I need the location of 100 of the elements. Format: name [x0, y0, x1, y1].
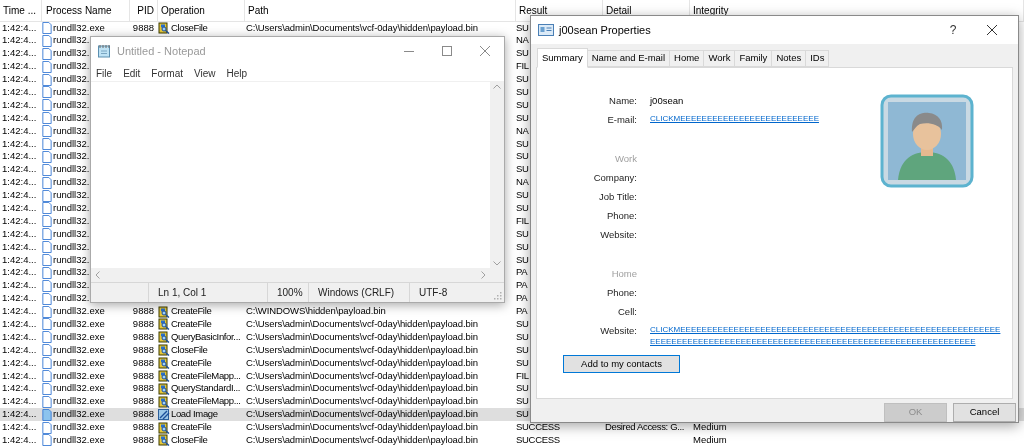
- table-cell: 1:42:4...: [2, 305, 37, 317]
- table-cell: NA: [516, 34, 529, 46]
- table-cell: 9888: [132, 434, 154, 445]
- table-cell: CreateFileMapp...: [171, 369, 241, 383]
- table-cell: rundll32.: [53, 60, 90, 74]
- column-header[interactable]: Detail: [606, 2, 632, 18]
- table-cell: rundll32.: [53, 189, 90, 202]
- table-cell: 9888: [132, 369, 154, 381]
- tab[interactable]: IDs: [805, 50, 830, 67]
- table-cell: 1:42:4...: [2, 137, 37, 149]
- table-cell: 1:42:4...: [2, 21, 37, 33]
- table-cell: FIL: [516, 60, 529, 72]
- column-header[interactable]: Process Name: [46, 2, 112, 18]
- table-cell: SU: [516, 21, 529, 33]
- column-header[interactable]: PID: [137, 2, 154, 18]
- table-cell: 1:42:4...: [2, 330, 37, 342]
- disk-magnifier-icon: [158, 344, 170, 357]
- table-cell: 1:42:4...: [2, 150, 37, 162]
- table-cell: rundll32.: [53, 47, 90, 61]
- table-cell: CreateFile: [171, 356, 212, 370]
- table-cell: 1:42:4...: [2, 292, 37, 304]
- table-cell: SU: [516, 163, 529, 175]
- window-title: j00sean Properties: [559, 22, 651, 38]
- table-cell: QueryBasicInfor...: [171, 330, 241, 344]
- table-cell: Load Image: [171, 408, 218, 422]
- column-header[interactable]: Integrity: [693, 2, 729, 18]
- table-cell: 1:42:4...: [2, 369, 37, 381]
- resize-grip-icon[interactable]: [494, 292, 502, 300]
- column-header[interactable]: Time ...: [3, 2, 36, 18]
- tab[interactable]: Summary: [537, 48, 588, 68]
- tab[interactable]: Family: [734, 50, 773, 67]
- table-cell: C:\Users\admin\Documents\vcf-0day\hidden\payload.bin: [246, 434, 478, 445]
- table-cell: Medium: [693, 434, 727, 445]
- table-cell: NA: [516, 124, 529, 136]
- menu-item[interactable]: Edit: [123, 65, 141, 81]
- table-cell: 1:42:4...: [2, 47, 37, 59]
- table-cell: rundll32.: [53, 34, 90, 48]
- field-value: j00sean: [650, 94, 685, 108]
- table-cell: SU: [516, 227, 529, 239]
- table-cell: 1:42:4...: [2, 189, 37, 201]
- table-cell: 1:42:4...: [2, 214, 37, 226]
- menu-item[interactable]: Help: [226, 65, 248, 81]
- table-cell: C:\Users\admin\Documents\vcf-0day\hidden\payload.bin: [246, 395, 478, 407]
- add-contact-button[interactable]: Add to my contacts: [563, 355, 680, 373]
- scroll-down-icon[interactable]: [493, 261, 501, 266]
- tab[interactable]: Home: [669, 50, 705, 67]
- table-cell: 1:42:4...: [2, 266, 37, 278]
- menu-item[interactable]: Format: [151, 65, 184, 81]
- table-cell: C:\Users\admin\Documents\vcf-0day\hidden\payload.bin: [246, 330, 478, 342]
- table-cell: rundll32.: [53, 240, 90, 254]
- table-cell: SU: [516, 150, 529, 162]
- table-cell: rundll32.: [53, 73, 90, 86]
- table-cell: SU: [516, 382, 529, 394]
- disk-magnifier-icon: [158, 382, 170, 395]
- status-text: Ln 1, Col 1: [158, 286, 207, 300]
- table-cell: SU: [516, 356, 529, 368]
- table-cell: rundll32.: [53, 279, 90, 293]
- vertical-scrollbar[interactable]: [490, 82, 504, 268]
- table-cell: rundll32.: [53, 253, 90, 267]
- table-cell: rundll32.exe: [53, 369, 105, 383]
- tab[interactable]: Work: [703, 50, 736, 67]
- column-header[interactable]: Result: [519, 2, 548, 18]
- table-cell: PA: [516, 305, 528, 317]
- help-button[interactable]: ?: [936, 16, 970, 44]
- table-cell: 9888: [132, 21, 154, 33]
- disk-magnifier-icon: [158, 331, 170, 344]
- table-cell: C:\Users\admin\Documents\vcf-0day\hidden\payload.bin: [246, 318, 478, 329]
- field-label: Cell:: [617, 305, 637, 319]
- notepad-icon: [97, 44, 111, 58]
- scroll-up-icon[interactable]: [493, 84, 501, 89]
- column-header[interactable]: Operation: [161, 2, 205, 18]
- table-cell: 1:42:4...: [2, 124, 37, 136]
- table-cell: rundll32.: [53, 227, 90, 241]
- table-cell: rundll32.exe: [53, 305, 105, 318]
- table-cell: 1:42:4...: [2, 343, 37, 355]
- table-cell: 1:42:4...: [2, 421, 37, 433]
- horizontal-scrollbar[interactable]: [91, 268, 490, 282]
- tab[interactable]: Name and E-mail: [586, 50, 671, 67]
- table-cell: 1:42:4...: [2, 85, 37, 97]
- menu-item[interactable]: File: [96, 65, 113, 81]
- table-cell: rundll32.exe: [53, 343, 105, 357]
- table-cell: SUCCESS: [516, 421, 560, 433]
- table-cell: 1:42:4...: [2, 279, 37, 291]
- table-cell: C:\Users\admin\Documents\vcf-0day\hidden\payload.bin: [246, 421, 478, 433]
- table-cell: SU: [516, 408, 529, 420]
- tab[interactable]: Notes: [771, 50, 807, 67]
- scroll-right-icon[interactable]: [481, 271, 486, 279]
- scroll-left-icon[interactable]: [95, 271, 100, 279]
- field-label: Phone:: [605, 209, 637, 223]
- file-icon: [42, 434, 52, 447]
- table-cell: SU: [516, 253, 529, 265]
- menu-item[interactable]: View: [194, 65, 216, 81]
- table-cell: rundll32.: [53, 201, 90, 215]
- column-header[interactable]: Path: [248, 2, 269, 18]
- table-cell: 1:42:4...: [2, 201, 37, 213]
- table-cell: SU: [516, 201, 529, 213]
- dialog-button[interactable]: Cancel: [953, 403, 1016, 422]
- table-cell: SU: [516, 47, 529, 59]
- field-label: Website:: [599, 228, 637, 242]
- link[interactable]: CLICKMEEEEEEEEEEEEEEEEEEEEEEEEEE: [650, 113, 1002, 125]
